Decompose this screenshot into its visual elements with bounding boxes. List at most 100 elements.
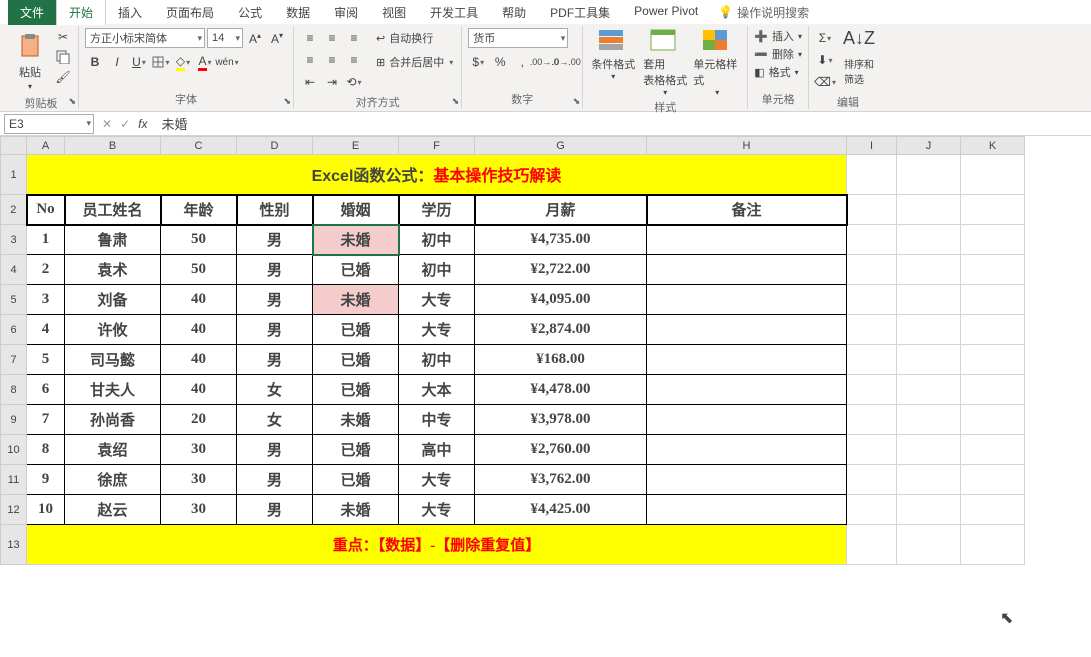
cell-remark[interactable] (647, 285, 847, 315)
table-header[interactable]: 年龄 (161, 195, 237, 225)
cell-salary[interactable]: ¥2,874.00 (475, 315, 647, 345)
font-name-combo[interactable]: 方正小标宋简体 (85, 28, 205, 48)
row-header[interactable]: 9 (1, 405, 27, 435)
align-top-button[interactable]: ≡ (300, 28, 320, 48)
clipboard-launcher[interactable]: ⬊ (68, 96, 76, 107)
align-center-button[interactable]: ≡ (322, 50, 342, 70)
percent-button[interactable]: % (490, 52, 510, 72)
font-color-button[interactable]: A (195, 52, 215, 72)
col-header[interactable]: G (475, 137, 647, 155)
align-bottom-button[interactable]: ≡ (344, 28, 364, 48)
col-header[interactable]: I (847, 137, 897, 155)
col-header[interactable]: A (27, 137, 65, 155)
cell-marriage[interactable]: 已婚 (313, 255, 399, 285)
tab-视图[interactable]: 视图 (370, 0, 418, 25)
cell-salary[interactable]: ¥4,095.00 (475, 285, 647, 315)
cell-salary[interactable]: ¥4,425.00 (475, 495, 647, 525)
conditional-format-button[interactable]: 条件格式▾ (589, 28, 637, 81)
col-header[interactable]: F (399, 137, 475, 155)
formula-input[interactable]: 未婚 (155, 114, 1091, 133)
cell-no[interactable]: 10 (27, 495, 65, 525)
cell-edu[interactable]: 大专 (399, 465, 475, 495)
insert-cells-button[interactable]: ➕插入▾ (754, 28, 802, 44)
italic-button[interactable]: I (107, 52, 127, 72)
cell-name[interactable]: 徐庶 (65, 465, 161, 495)
cell-age[interactable]: 40 (161, 345, 237, 375)
tell-me[interactable]: 💡 操作说明搜索 (718, 4, 809, 21)
col-header[interactable]: J (897, 137, 961, 155)
enter-icon[interactable]: ✓ (120, 117, 130, 131)
cell-marriage[interactable]: 已婚 (313, 375, 399, 405)
orientation-button[interactable]: ⟲ (344, 72, 364, 92)
row-header[interactable]: 12 (1, 495, 27, 525)
sort-filter-button[interactable]: A↓Z排序和 筛选 (837, 28, 881, 86)
row-header[interactable]: 10 (1, 435, 27, 465)
cancel-icon[interactable]: ✕ (102, 117, 112, 131)
cell-remark[interactable] (647, 465, 847, 495)
align-right-button[interactable]: ≡ (344, 50, 364, 70)
cell-marriage[interactable]: 未婚 (313, 495, 399, 525)
footer-cell[interactable]: 重点：【数据】-【删除重复值】 (27, 525, 847, 565)
title-cell[interactable]: Excel函数公式：基本操作技巧解读 (27, 155, 847, 195)
row-header[interactable]: 11 (1, 465, 27, 495)
font-launcher[interactable]: ⬊ (283, 96, 291, 107)
paste-button[interactable]: 粘贴▾ (10, 28, 50, 93)
tab-公式[interactable]: 公式 (226, 0, 274, 25)
cell-name[interactable]: 刘备 (65, 285, 161, 315)
cell-remark[interactable] (647, 345, 847, 375)
align-middle-button[interactable]: ≡ (322, 28, 342, 48)
col-header[interactable]: C (161, 137, 237, 155)
merge-center-button[interactable]: ⊞合并后居中 (374, 52, 455, 72)
delete-cells-button[interactable]: ➖删除▾ (754, 46, 802, 62)
row-header[interactable]: 8 (1, 375, 27, 405)
cell-edu[interactable]: 大专 (399, 495, 475, 525)
col-header[interactable]: D (237, 137, 313, 155)
cell-marriage[interactable]: 未婚 (313, 285, 399, 315)
tab-审阅[interactable]: 审阅 (322, 0, 370, 25)
cell-no[interactable]: 1 (27, 225, 65, 255)
cell-salary[interactable]: ¥2,722.00 (475, 255, 647, 285)
row-header[interactable]: 3 (1, 225, 27, 255)
tab-PDF工具集[interactable]: PDF工具集 (538, 0, 622, 25)
tab-开发工具[interactable]: 开发工具 (418, 0, 490, 25)
cell-age[interactable]: 30 (161, 465, 237, 495)
cell-name[interactable]: 甘夫人 (65, 375, 161, 405)
row-header[interactable]: 1 (1, 155, 27, 195)
cell-remark[interactable] (647, 315, 847, 345)
cell-no[interactable]: 9 (27, 465, 65, 495)
decrease-indent-button[interactable]: ⇤ (300, 72, 320, 92)
row-header[interactable]: 6 (1, 315, 27, 345)
row-header[interactable]: 5 (1, 285, 27, 315)
cell-edu[interactable]: 高中 (399, 435, 475, 465)
cell-remark[interactable] (647, 435, 847, 465)
align-launcher[interactable]: ⬊ (452, 96, 460, 107)
copy-button[interactable] (54, 48, 72, 66)
cell-salary[interactable]: ¥3,762.00 (475, 465, 647, 495)
cell-no[interactable]: 7 (27, 405, 65, 435)
border-button[interactable] (151, 52, 171, 72)
increase-font-button[interactable]: A▴ (245, 28, 265, 48)
accounting-button[interactable]: $ (468, 52, 488, 72)
cell-name[interactable]: 许攸 (65, 315, 161, 345)
format-painter-button[interactable]: 🖌 (54, 68, 72, 86)
cell-sex[interactable]: 男 (237, 225, 313, 255)
cell-age[interactable]: 30 (161, 495, 237, 525)
fill-button[interactable]: ⬇ (815, 50, 835, 70)
cell-marriage[interactable]: 已婚 (313, 345, 399, 375)
cell-name[interactable]: 赵云 (65, 495, 161, 525)
tab-home[interactable]: 开始 (56, 0, 106, 25)
cell-marriage[interactable]: 已婚 (313, 465, 399, 495)
cell-edu[interactable]: 初中 (399, 345, 475, 375)
autosum-button[interactable]: Σ (815, 28, 835, 48)
cell-marriage[interactable]: 未婚 (313, 405, 399, 435)
cell-salary[interactable]: ¥4,478.00 (475, 375, 647, 405)
row-header[interactable]: 4 (1, 255, 27, 285)
decrease-font-button[interactable]: A▾ (267, 28, 287, 48)
number-launcher[interactable]: ⬊ (573, 96, 581, 107)
cell-remark[interactable] (647, 405, 847, 435)
cell-age[interactable]: 50 (161, 225, 237, 255)
tab-帮助[interactable]: 帮助 (490, 0, 538, 25)
cell-age[interactable]: 30 (161, 435, 237, 465)
select-all-corner[interactable] (1, 137, 27, 155)
cell-age[interactable]: 40 (161, 375, 237, 405)
